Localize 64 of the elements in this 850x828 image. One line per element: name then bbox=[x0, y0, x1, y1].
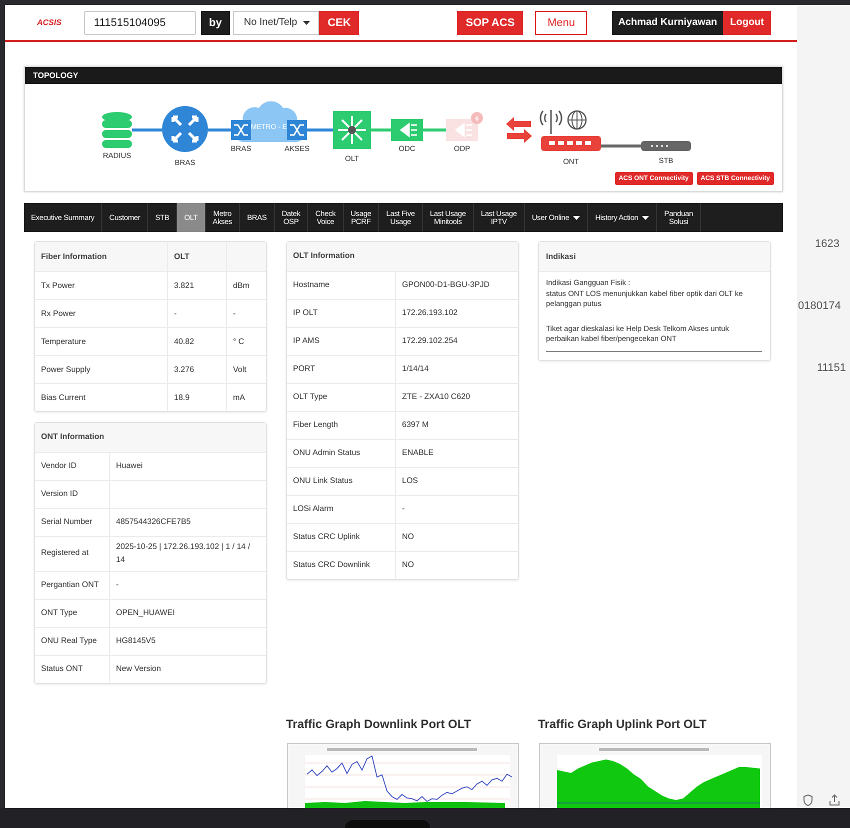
table-cell: Temperature bbox=[35, 328, 168, 356]
table-cell: ONU Admin Status bbox=[287, 440, 396, 468]
table-header: OLT Information bbox=[287, 242, 518, 272]
table-cell: 3.276 bbox=[168, 356, 226, 384]
table-cell: Tx Power bbox=[35, 272, 168, 300]
globe-icon bbox=[567, 110, 587, 130]
sop-button[interactable]: SOP ACS bbox=[457, 10, 524, 34]
background-text: 1623 bbox=[814, 238, 840, 252]
by-label: by bbox=[201, 10, 230, 34]
connector-line bbox=[208, 128, 231, 132]
table-cell: ONU Real Type bbox=[35, 627, 110, 656]
arrows-icon bbox=[506, 117, 532, 143]
table-cell: ONU Link Status bbox=[287, 468, 396, 496]
shield-icon bbox=[803, 794, 813, 806]
table-cell: 3.821 bbox=[168, 272, 226, 300]
caret-icon bbox=[303, 20, 310, 24]
table-cell: Fiber Length bbox=[287, 412, 396, 440]
table-cell: PORT bbox=[287, 356, 396, 384]
connector-line bbox=[423, 128, 446, 132]
logout-button[interactable]: Logout bbox=[723, 10, 771, 34]
table-header: Fiber Information bbox=[35, 242, 168, 272]
table-cell: 40.82 bbox=[168, 328, 226, 356]
share-icon bbox=[829, 794, 840, 806]
graph-title: Traffic Graph Downlink Port OLT bbox=[286, 717, 472, 731]
table-cell: ONT Type bbox=[35, 599, 110, 628]
check-button[interactable]: CEK bbox=[319, 10, 360, 34]
table-cell: Status CRC Downlink bbox=[287, 552, 396, 579]
table-cell: - bbox=[168, 300, 226, 328]
table-cell: NO bbox=[396, 552, 518, 579]
alarm-badge bbox=[471, 112, 483, 124]
menu-button[interactable]: Menu bbox=[535, 10, 588, 34]
search-type-select[interactable]: No Inet/Telp bbox=[232, 10, 320, 34]
table-cell: OLT Type bbox=[287, 384, 396, 412]
table-cell: Bias Current bbox=[35, 384, 168, 411]
table-cell: Hostname bbox=[287, 272, 396, 300]
connector-line bbox=[307, 128, 333, 132]
table-cell: Registered at bbox=[35, 536, 110, 572]
logo: ACSIS bbox=[37, 18, 62, 27]
search-field[interactable]: 111515104095 bbox=[84, 10, 196, 34]
table-cell: New Version bbox=[110, 655, 266, 683]
card-title: Indikasi bbox=[539, 242, 770, 272]
table-cell: Vendor ID bbox=[35, 452, 110, 480]
table-cell: IP OLT bbox=[287, 300, 396, 328]
connector-line bbox=[132, 128, 162, 132]
table-cell: Serial Number bbox=[35, 508, 110, 536]
table-cell: Status ONT bbox=[35, 655, 110, 683]
table-header: OLT bbox=[168, 242, 226, 272]
table-cell: mA bbox=[226, 384, 266, 411]
table-cell: Power Supply bbox=[35, 356, 168, 384]
table-header: ONT Information bbox=[35, 423, 266, 452]
connector-line bbox=[371, 128, 391, 132]
antenna-icon bbox=[540, 109, 562, 135]
user-name: Achmad Kurniyawan bbox=[612, 10, 724, 34]
table-cell: Pergantian ONT bbox=[35, 571, 110, 600]
table-cell: Version ID bbox=[35, 480, 110, 508]
connector-line bbox=[601, 144, 641, 148]
background-text: 11151 bbox=[816, 362, 847, 376]
table-cell: IP AMS bbox=[287, 328, 396, 356]
table-cell: Rx Power bbox=[35, 300, 168, 328]
table-cell: Status CRC Uplink bbox=[287, 524, 396, 552]
background-text: 0180174 bbox=[797, 300, 842, 314]
graph-title: Traffic Graph Uplink Port OLT bbox=[538, 717, 706, 731]
card-title: TOPOLOGY bbox=[25, 67, 782, 84]
table-cell: LOSi Alarm bbox=[287, 496, 396, 524]
